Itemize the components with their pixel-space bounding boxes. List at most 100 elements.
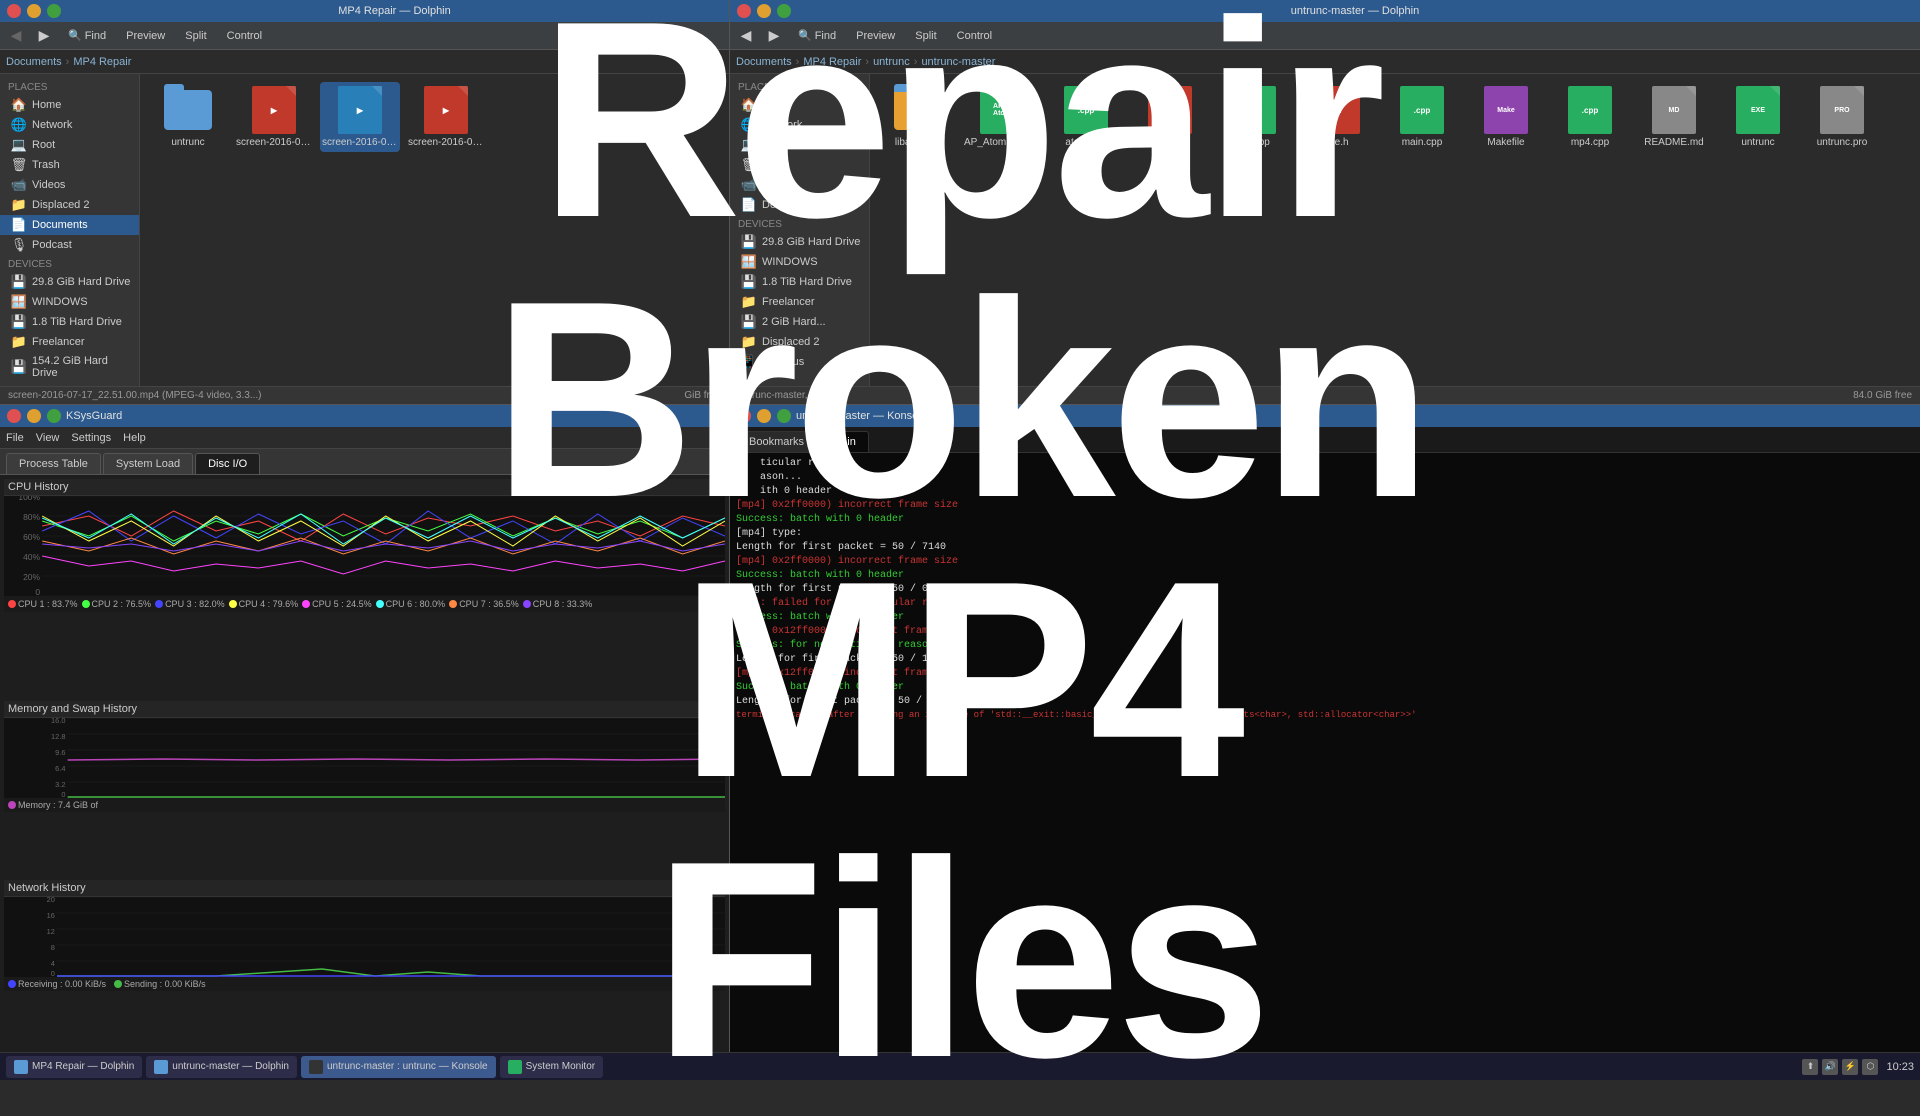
volume-tray-icon[interactable]: 🔊 [1822,1059,1838,1075]
sidebar-item-trash-left[interactable]: 🗑Trash [0,155,139,175]
network-tray-icon[interactable]: ⬆ [1802,1059,1818,1075]
close-btn-right[interactable] [737,4,751,18]
sidebar-item-hdd3-right[interactable]: 💾2 GiB Hard... [730,312,869,332]
file-item-atomh[interactable]: .h atom.h [1130,82,1210,152]
taskbar-item-sysmon[interactable]: System Monitor [500,1056,603,1078]
sidebar-item-root-left[interactable]: 💻Root [0,135,139,155]
battery-tray-icon[interactable]: ⚡ [1842,1059,1858,1075]
menu-view[interactable]: View [36,432,60,444]
mem-chart-section: Memory and Swap History 16.0 12.8 9.6 [4,701,725,877]
file-item-makefile[interactable]: Make Makefile [1466,82,1546,152]
split-btn-left[interactable]: Split [179,28,212,44]
sidebar-item-hdd2-right[interactable]: 💾1.8 TiB Hard Drive [730,272,869,292]
taskbar-item-dolphin-left[interactable]: MP4 Repair — Dolphin [6,1056,142,1078]
sidebar-item-hdd3-left[interactable]: 💾154.2 GiB Hard Drive [0,352,139,382]
sidebar-item-network-right[interactable]: 🌐Network [730,115,869,135]
min-btn-ksys[interactable] [27,409,41,423]
tab-process-table[interactable]: Process Table [6,453,101,474]
file-item-untrunc[interactable]: untrunc [148,82,228,152]
file-item-screen1[interactable]: ▶ screen-2016-07-17_21.49.47.mp4 [234,82,314,152]
tab-disc-io[interactable]: Disc I/O [195,453,260,474]
sidebar-item-hdd2-left[interactable]: 💾1.8 TiB Hard Drive [0,312,139,332]
taskbar-item-konsole[interactable]: untrunc-master : untrunc — Konsole [301,1056,496,1078]
preview-btn-left[interactable]: Preview [120,28,171,44]
file-item-screen3[interactable]: ▶ screen-2016-07-17_22.51.00_mp4_ [406,82,486,152]
close-btn-konsole[interactable] [737,409,751,423]
menu-file[interactable]: File [6,432,24,444]
breadcrumb-mp4repair[interactable]: MP4 Repair [73,56,131,68]
max-btn-right[interactable] [777,4,791,18]
sidebar-item-displaced2-left[interactable]: 📁Displaced 2 [0,195,139,215]
file-item-mp4cpp[interactable]: .cpp mp4.cpp [1550,82,1630,152]
back-btn-right[interactable]: ◀ [736,26,756,46]
control-btn-left[interactable]: Control [221,28,268,44]
legend-cpu3: CPU 3 : 82.0% [155,599,225,609]
sidebar-item-hdd1-right[interactable]: 💾29.8 GiB Hard Drive [730,232,869,252]
file-item-filecpp[interactable]: .cpp file.cpp [1214,82,1294,152]
forward-btn-right[interactable]: ▶ [764,26,784,46]
file-item-readme[interactable]: MD README.md [1634,82,1714,152]
sidebar-item-podcast-left[interactable]: 🎙Podcast [0,235,139,255]
forward-btn-left[interactable]: ▶ [34,26,54,46]
sidebar-item-home-left[interactable]: 🏠Home [0,95,139,115]
sidebar-item-freelancer-left[interactable]: 📁Freelancer [0,332,139,352]
file-item-maincpp[interactable]: .cpp main.cpp [1382,82,1462,152]
file-item-atomcpp[interactable]: .cpp atom.cpp [1046,82,1126,152]
sidebar-item-oneplus-right[interactable]: 📱OnePlus [730,352,869,372]
menu-help[interactable]: Help [123,432,146,444]
taskbar-item-dolphin-right[interactable]: untrunc-master — Dolphin [146,1056,297,1078]
sidebar-item-freelancer-right[interactable]: 📁Freelancer [730,292,869,312]
sidebar-item-videos-right[interactable]: 📹Videos [730,175,869,195]
sidebar-item-displaced2-right[interactable]: 📁Displaced 2 [730,332,869,352]
konsole-line-13: [mp4] 0x12ff0000) incorrect frame size [736,625,1914,639]
sidebar-item-hdd1-left[interactable]: 💾29.8 GiB Hard Drive [0,272,139,292]
bluetooth-tray-icon[interactable]: ⬡ [1862,1059,1878,1075]
min-btn-left[interactable] [27,4,41,18]
file-item-fileh[interactable]: .h file.h [1298,82,1378,152]
max-btn-konsole[interactable] [777,409,791,423]
file-item-libav[interactable]: libav-0.8.7 [878,82,958,152]
breadcrumb-untrunc-master-r[interactable]: untrunc-master [921,56,995,68]
tab-bookmarks[interactable]: Bookmarks [736,431,817,452]
konsole-line-15: Length for first packet = 50 / 1790 [736,653,1914,667]
back-btn-left[interactable]: ◀ [6,26,26,46]
find-btn-right[interactable]: 🔍 Find [792,27,842,44]
menu-settings[interactable]: Settings [71,432,111,444]
svg-text:20%: 20% [23,573,41,582]
file-item-screen2[interactable]: ▶ screen-2016-07-17_22.51.00.mp4 [320,82,400,152]
breadcrumb-documents-r[interactable]: Documents [736,56,792,68]
breadcrumb-untrunc-r[interactable]: untrunc [873,56,910,68]
konsole-line-2: ason... [736,471,1914,485]
sidebar-item-videos-left[interactable]: 📹Videos [0,175,139,195]
sidebar-item-documents-right[interactable]: 📄Documents [730,195,869,215]
close-btn-ksys[interactable] [7,409,21,423]
sidebar-item-windows-right[interactable]: 🪟WINDOWS [730,252,869,272]
min-btn-right[interactable] [757,4,771,18]
breadcrumb-mp4repair-r[interactable]: MP4 Repair [803,56,861,68]
sidebar-item-root-right[interactable]: 💻Root [730,135,869,155]
file-item-atomdefini[interactable]: AP_Atom AP_AtomDefini... [962,82,1042,152]
file-item-untrunc-exe[interactable]: EXE untrunc [1718,82,1798,152]
close-btn-left[interactable] [7,4,21,18]
file-label-screen2: screen-2016-07-17_22.51.00.mp4 [322,137,398,148]
konsole-line-10: Length for first packet = 50 / 0000 [736,583,1914,597]
sidebar-item-trash-right[interactable]: 🗑Trash [730,155,869,175]
sidebar-item-home-right[interactable]: 🏠Home [730,95,869,115]
control-btn-right[interactable]: Control [951,28,998,44]
tab-system-load[interactable]: System Load [103,453,193,474]
min-btn-konsole[interactable] [757,409,771,423]
documents-icon-right: 📄 [742,198,756,212]
find-btn-left[interactable]: 🔍 Find [62,27,112,44]
sidebar-item-documents-left[interactable]: 📄Documents [0,215,139,235]
konsole-line-16: [mp4] 0x12ff0000) incorrect frame size [736,667,1914,681]
split-btn-right[interactable]: Split [909,28,942,44]
sidebar-item-network-left[interactable]: 🌐Network [0,115,139,135]
max-btn-ksys[interactable] [47,409,61,423]
preview-btn-right[interactable]: Preview [850,28,901,44]
file-item-untruncpro[interactable]: PRO untrunc.pro [1802,82,1882,152]
tab-main[interactable]: Main [819,431,869,452]
max-btn-left[interactable] [47,4,61,18]
sidebar-item-windows-left[interactable]: 🪟WINDOWS [0,292,139,312]
breadcrumb-documents[interactable]: Documents [6,56,62,68]
konsole-line-9: Success: batch with 0 header [736,569,1914,583]
